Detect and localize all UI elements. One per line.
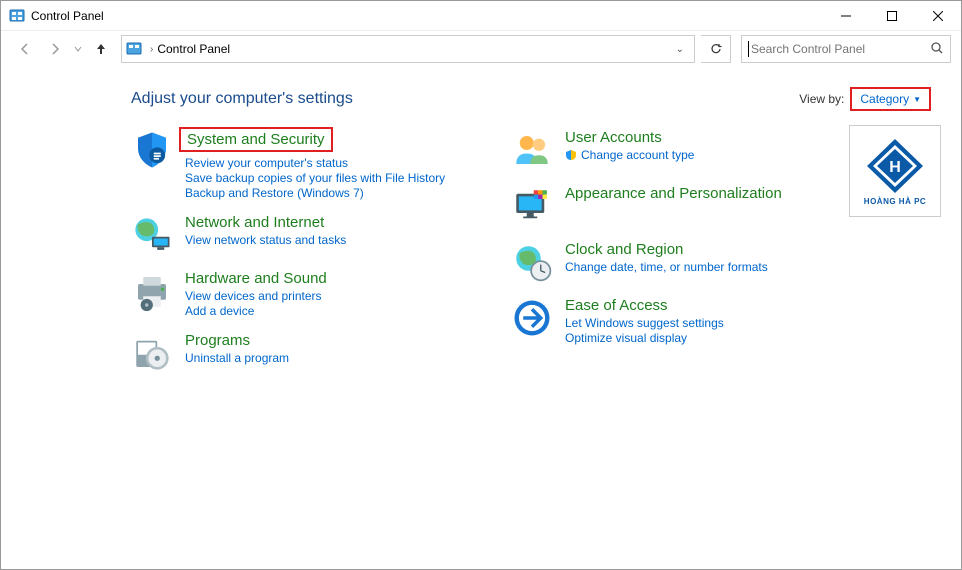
logo-text: HOÀNG HÀ PC [864,197,926,206]
search-box[interactable] [741,35,951,63]
category-clock-region: Clock and Region Change date, time, or n… [511,241,851,283]
refresh-button[interactable] [701,35,731,63]
monitor-colors-icon [511,185,553,227]
link-file-history[interactable]: Save backup copies of your files with Fi… [185,171,471,185]
category-user-accounts: User Accounts Change account type [511,129,851,171]
link-backup-restore[interactable]: Backup and Restore (Windows 7) [185,186,471,200]
link-review-status[interactable]: Review your computer's status [185,156,471,170]
view-by-dropdown[interactable]: Category ▼ [850,87,931,111]
svg-text:H: H [889,159,901,176]
printer-icon [131,270,173,312]
link-date-time-formats[interactable]: Change date, time, or number formats [565,260,851,274]
page-heading: Adjust your computer's settings [131,90,353,108]
category-column-left: System and Security Review your computer… [131,129,471,374]
control-panel-icon [9,8,25,24]
search-input[interactable] [751,42,930,56]
category-appearance: Appearance and Personalization [511,185,851,227]
navbar: › Control Panel ⌄ [1,31,961,67]
up-button[interactable] [87,35,115,63]
back-button[interactable] [11,35,39,63]
close-button[interactable] [915,1,961,31]
link-optimize-display[interactable]: Optimize visual display [565,331,851,345]
link-network-status[interactable]: View network status and tasks [185,233,471,247]
recent-dropdown[interactable] [71,35,85,63]
link-add-device[interactable]: Add a device [185,304,471,318]
category-title-user-accounts[interactable]: User Accounts [565,129,662,146]
view-by-value: Category [860,92,909,106]
text-cursor [748,41,749,57]
ease-of-access-icon [511,297,553,339]
link-windows-suggest[interactable]: Let Windows suggest settings [565,316,851,330]
clock-globe-icon [511,241,553,283]
category-title-hardware[interactable]: Hardware and Sound [185,270,327,287]
category-title-system-security[interactable]: System and Security [179,127,333,152]
globe-network-icon [131,214,173,256]
breadcrumb-control-panel[interactable]: Control Panel [157,42,230,56]
category-title-programs[interactable]: Programs [185,332,250,349]
category-column-right: User Accounts Change account type Appear… [511,129,851,374]
address-dropdown[interactable]: ⌄ [670,44,690,55]
category-system-security: System and Security Review your computer… [131,129,471,200]
forward-button[interactable] [41,35,69,63]
category-title-appearance[interactable]: Appearance and Personalization [565,185,782,202]
window-title: Control Panel [31,9,823,23]
link-uninstall[interactable]: Uninstall a program [185,351,471,365]
disc-box-icon [131,332,173,374]
category-title-clock-region[interactable]: Clock and Region [565,241,683,258]
titlebar: Control Panel [1,1,961,31]
logo-hoang-ha-pc: H HOÀNG HÀ PC [849,125,941,217]
control-panel-icon [126,41,142,57]
chevron-right-icon[interactable]: › [150,44,153,55]
shield-icon [131,129,173,171]
minimize-button[interactable] [823,1,869,31]
maximize-button[interactable] [869,1,915,31]
users-icon [511,129,553,171]
category-ease-of-access: Ease of Access Let Windows suggest setti… [511,297,851,345]
address-bar[interactable]: › Control Panel ⌄ [121,35,695,63]
link-devices-printers[interactable]: View devices and printers [185,289,471,303]
dropdown-triangle-icon: ▼ [913,95,921,104]
view-by-label: View by: [799,92,844,106]
view-by: View by: Category ▼ [799,87,931,111]
category-hardware: Hardware and Sound View devices and prin… [131,270,471,318]
search-icon[interactable] [930,41,944,58]
category-programs: Programs Uninstall a program [131,332,471,374]
category-title-ease-of-access[interactable]: Ease of Access [565,297,668,314]
content-area: Adjust your computer's settings View by:… [1,67,961,394]
uac-shield-icon [565,149,577,161]
link-change-account-type[interactable]: Change account type [565,148,851,162]
category-network: Network and Internet View network status… [131,214,471,256]
category-title-network[interactable]: Network and Internet [185,214,324,231]
